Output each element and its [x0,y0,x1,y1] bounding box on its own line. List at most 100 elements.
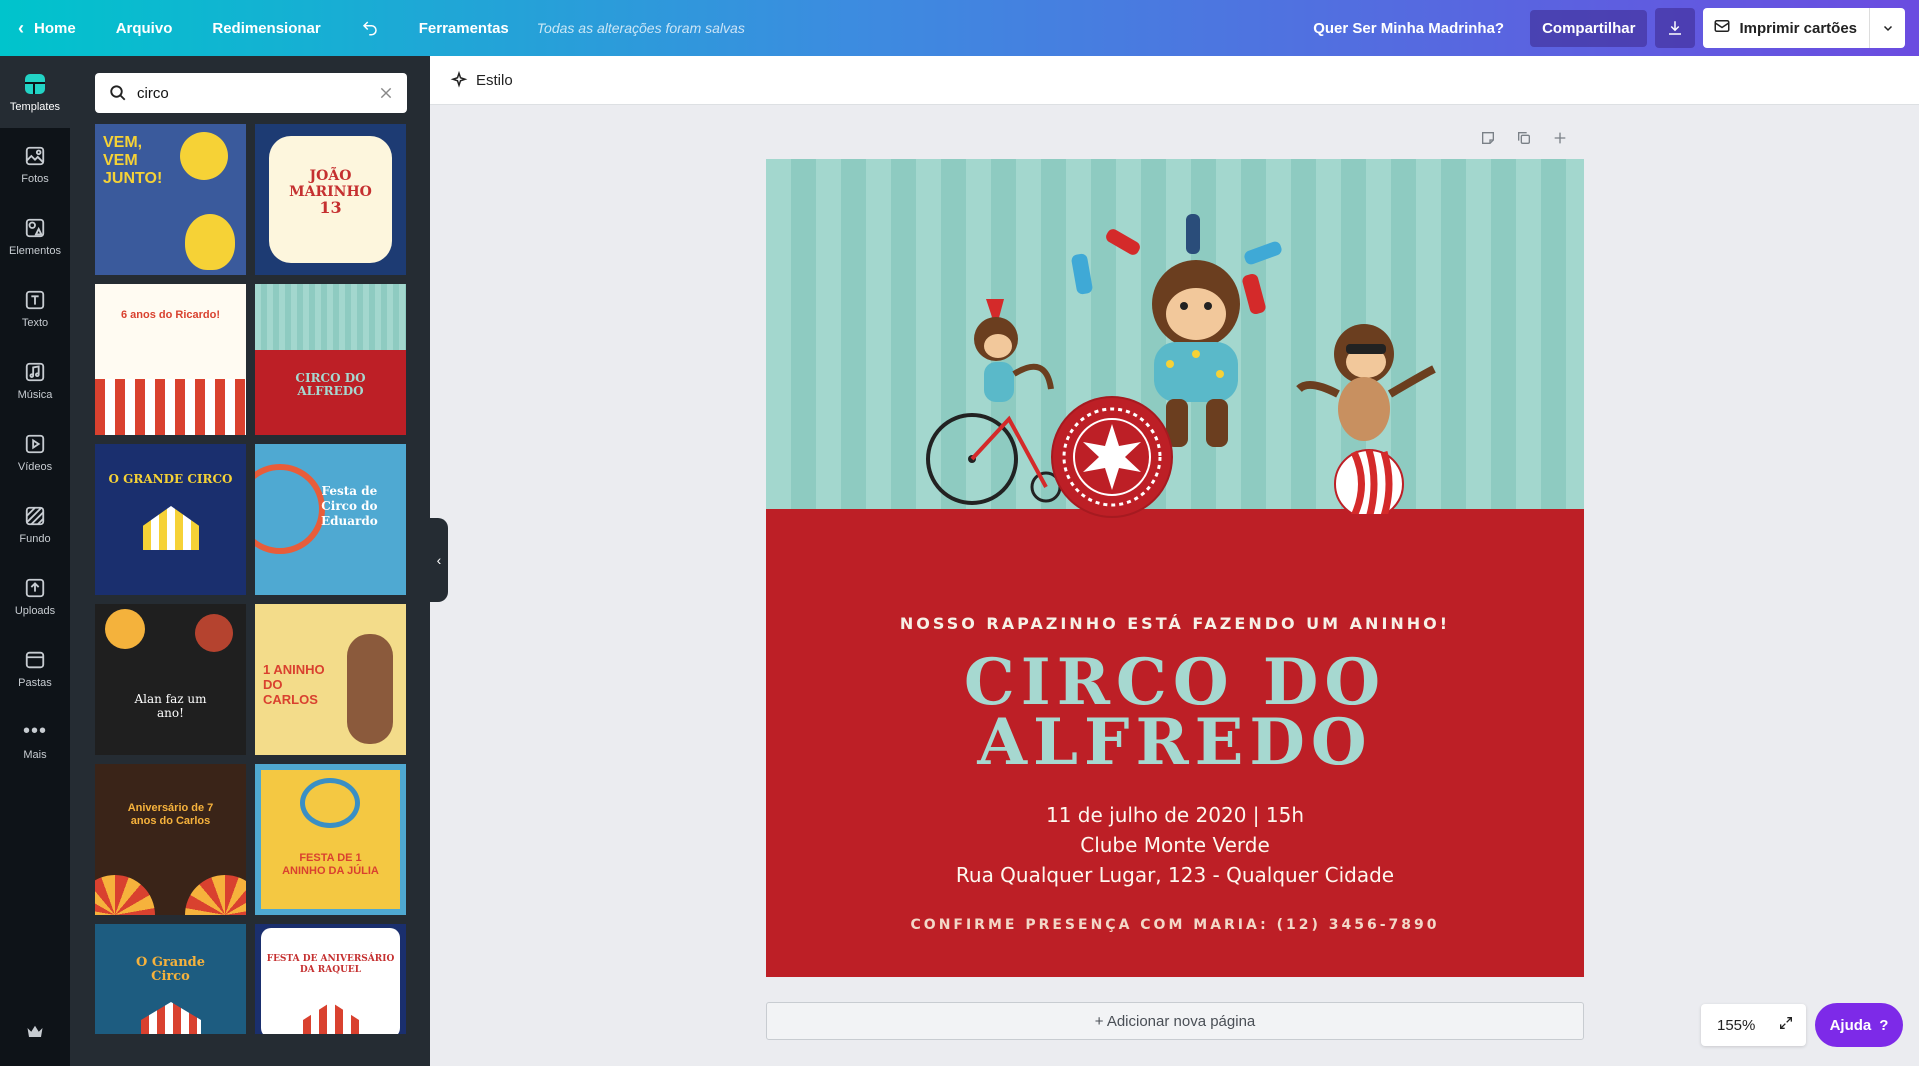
rail-uploads[interactable]: Uploads [0,560,70,632]
style-label: Estilo [476,71,513,89]
template-text: DA RAQUEL [299,965,362,975]
rail-label: Uploads [14,604,56,617]
fullscreen-icon[interactable] [1778,1015,1794,1035]
rail-label: Elementos [9,244,61,257]
template-text: FESTA DE 1 [299,852,362,864]
add-new-page-button[interactable]: + Adicionar nova página [766,1002,1584,1040]
undo-button[interactable] [341,0,399,56]
video-icon [23,432,47,456]
background-icon [23,504,47,528]
template-text: anos do Carlos [130,815,211,827]
template-thumb-ricardo[interactable]: 6 anos do Ricardo! [95,284,246,435]
undo-icon [362,21,377,36]
template-text: JOÃO [309,168,352,184]
template-thumb-vem-junto[interactable]: VEM, VEM JUNTO! [95,124,246,275]
rail-mais[interactable]: ••• Mais [0,704,70,776]
duplicate-page-icon[interactable] [1516,130,1532,151]
help-button[interactable]: Ajuda ? [1815,1003,1903,1047]
template-thumb-grande-circo-2[interactable]: O Grande Circo [95,924,246,1034]
music-icon [23,360,47,384]
card-title-line: CIRCO DO [963,645,1387,720]
rail-texto[interactable]: Texto [0,272,70,344]
download-button[interactable] [1655,8,1696,48]
card-subtitle[interactable]: NOSSO RAPAZINHO ESTÁ FAZENDO UM ANINHO! [766,614,1584,633]
menu-ferramentas[interactable]: Ferramentas [399,0,529,56]
style-button[interactable]: Estilo [450,71,513,89]
rail-fundo[interactable]: Fundo [0,488,70,560]
template-thumb-carlos-7[interactable]: Aniversário de 7 anos do Carlos [95,764,246,915]
crown-icon[interactable] [0,1023,70,1044]
rail-label: Templates [9,100,61,113]
home-button[interactable]: ‹ Home [0,0,96,56]
star-ball-graphic[interactable] [1049,394,1175,520]
clear-search-icon[interactable] [379,86,393,100]
zoom-control[interactable]: 155% [1701,1004,1806,1046]
print-options-dropdown[interactable] [1869,8,1905,48]
side-rail: Templates Fotos Elementos Texto Música V… [0,56,70,1066]
design-canvas[interactable]: NOSSO RAPAZINHO ESTÁ FAZENDO UM ANINHO! … [766,159,1584,977]
print-card-icon [1703,17,1731,39]
rail-videos[interactable]: Vídeos [0,416,70,488]
template-search[interactable] [95,73,407,113]
rail-musica[interactable]: Música [0,344,70,416]
collapse-panel-button[interactable]: ‹ [430,518,448,602]
template-text: VEM [103,152,138,169]
search-input[interactable] [137,84,379,102]
template-text: ano! [157,706,184,720]
photos-icon [23,144,47,168]
rail-label: Texto [21,316,49,329]
template-thumb-circo-alfredo[interactable]: CIRCO DO ALFREDO [255,284,406,435]
template-thumb-raquel[interactable]: FESTA DE ANIVERSÁRIO DA RAQUEL [255,924,406,1034]
home-label: Home [34,19,76,37]
rail-templates[interactable]: Templates [0,56,70,128]
rail-pastas[interactable]: Pastas [0,632,70,704]
template-text: ANINHO DA JÚLIA [282,865,379,877]
menu-arquivo[interactable]: Arquivo [96,0,193,56]
rail-label: Fundo [19,532,51,545]
download-icon [1669,21,1682,35]
rail-label: Mais [23,748,47,761]
print-cards-button[interactable]: Imprimir cartões [1703,8,1905,48]
monkey-ball-graphic[interactable] [1294,314,1444,514]
rail-elementos[interactable]: Elementos [0,200,70,272]
template-text: Eduardo [321,514,378,528]
rail-label: Vídeos [17,460,53,473]
menu-redimensionar[interactable]: Redimensionar [192,0,340,56]
chevron-left-icon: ‹ [436,552,442,568]
template-text: DO [263,677,283,692]
print-cards-label: Imprimir cartões [1739,19,1857,37]
template-text: 13 [319,198,342,217]
question-icon: ? [1879,1016,1889,1034]
template-thumb-alan[interactable]: Alan faz um ano! [95,604,246,755]
card-date[interactable]: 11 de julho de 2020 | 15h [766,803,1584,827]
template-text: 1 ANINHO [263,662,325,677]
folder-icon [23,648,47,672]
template-thumb-joao-marinho[interactable]: JOÃO MARINHO 13 [255,124,406,275]
text-icon [23,288,47,312]
more-dots-icon: ••• [23,720,48,742]
template-thumb-grande-circo[interactable]: O GRANDE CIRCO [95,444,246,595]
template-thumb-festa-eduardo[interactable]: Festa de Circo do Eduardo [255,444,406,595]
template-text: O Grande [135,955,206,970]
design-name[interactable]: Quer Ser Minha Madrinha? [1287,20,1530,37]
add-page-icon[interactable] [1552,130,1568,151]
template-text: CARLOS [263,692,318,707]
template-text: Circo do [321,499,378,513]
save-status: Todas as alterações foram salvas [536,20,745,36]
template-thumb-julia[interactable]: FESTA DE 1 ANINHO DA JÚLIA [255,764,406,915]
templates-panel: VEM, VEM JUNTO! JOÃO MARINHO 13 6 anos d… [70,56,430,1066]
zoom-level: 155% [1717,1016,1756,1034]
page-tools [1480,130,1568,151]
help-label: Ajuda [1829,1016,1872,1034]
card-address[interactable]: Rua Qualquer Lugar, 123 - Qualquer Cidad… [766,863,1584,887]
template-text: 6 anos do Ricardo! [120,309,221,321]
card-rsvp[interactable]: CONFIRME PRESENÇA COM MARIA: (12) 3456-7… [766,917,1584,933]
rail-fotos[interactable]: Fotos [0,128,70,200]
template-text: O GRANDE CIRCO [108,472,233,486]
note-icon[interactable] [1480,130,1496,151]
card-title[interactable]: CIRCO DO ALFREDO [766,645,1584,775]
templates-icon [23,72,47,96]
template-thumb-carlos-aninho[interactable]: 1 ANINHO DO CARLOS [255,604,406,755]
card-place[interactable]: Clube Monte Verde [766,833,1584,857]
share-button[interactable]: Compartilhar [1530,9,1648,47]
